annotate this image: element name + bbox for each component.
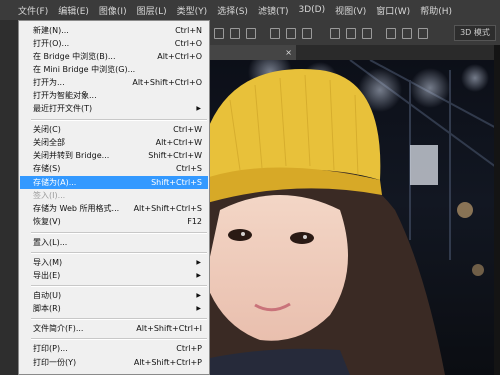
menu-item-print[interactable]: 打印(P)... Ctrl+P [20, 342, 208, 355]
menu-item-save-as[interactable]: 存储为(A)... Shift+Ctrl+S [20, 176, 208, 189]
distribute-icon[interactable] [402, 28, 412, 39]
menu-item-check-in: 签入(I)... [33, 191, 66, 200]
3d-mode-label: 3D 模式 [454, 25, 496, 41]
menu-filter[interactable]: 滤镜(T) [253, 4, 294, 17]
menu-item-file-info[interactable]: 文件简介(F)... Alt+Shift+Ctrl+I [20, 322, 208, 335]
menu-item-open[interactable]: 打开(O)... Ctrl+O [20, 37, 208, 50]
menubar: 文件(F) 编辑(E) 图像(I) 图层(L) 类型(Y) 选择(S) 滤镜(T… [0, 0, 500, 21]
file-menu-dropdown: 新建(N)... Ctrl+N 打开(O)... Ctrl+O 在 Bridge… [18, 20, 210, 375]
menu-item-save-for-web[interactable]: 存储为 Web 所用格式... Alt+Shift+Ctrl+S [20, 202, 208, 215]
menu-item-import[interactable]: 导入(M) ▶ [20, 256, 208, 269]
photo-canvas[interactable] [210, 60, 500, 375]
menu-item-close-go-bridge[interactable]: 关闭并转到 Bridge... Shift+Ctrl+W [20, 149, 208, 162]
menu-item-print-one-copy[interactable]: 打印一份(Y) Alt+Shift+Ctrl+P [20, 356, 208, 369]
menu-file[interactable]: 文件(F) [0, 4, 53, 17]
submenu-arrow-icon: ▶ [196, 305, 201, 312]
tools-panel [0, 20, 19, 375]
menu-item-recent-files[interactable]: 最近打开文件(T) ▶ [20, 102, 208, 115]
menu-window[interactable]: 窗口(W) [371, 4, 415, 17]
distribute-icon[interactable] [330, 28, 340, 39]
distribute-icon[interactable] [346, 28, 356, 39]
menu-item-automate[interactable]: 自动(U) ▶ [20, 289, 208, 302]
align-icon[interactable] [214, 28, 224, 39]
menu-item-scripts[interactable]: 脚本(R) ▶ [20, 302, 208, 315]
menu-layer[interactable]: 图层(L) [132, 4, 172, 17]
menu-item-close[interactable]: 关闭(C) Ctrl+W [20, 123, 208, 136]
menu-select[interactable]: 选择(S) [212, 4, 253, 17]
menu-item-browse-mini-bridge[interactable]: 在 Mini Bridge 中浏览(G)... [20, 63, 208, 76]
menu-item-close-all[interactable]: 关闭全部 Alt+Ctrl+W [20, 136, 208, 149]
menu-separator [31, 285, 207, 287]
menu-item-open-as[interactable]: 打开为... Alt+Shift+Ctrl+O [20, 76, 208, 89]
align-icon[interactable] [246, 28, 256, 39]
menu-separator [31, 252, 207, 254]
menu-item-place[interactable]: 置入(L)... [20, 236, 208, 249]
menu-item-new[interactable]: 新建(N)... Ctrl+N [20, 24, 208, 37]
menu-type[interactable]: 类型(Y) [172, 4, 213, 17]
align-icon[interactable] [302, 28, 312, 39]
menu-view[interactable]: 视图(V) [330, 4, 371, 17]
menu-item-revert[interactable]: 恢复(V) F12 [20, 215, 208, 228]
options-bar: 3D 模式 [210, 20, 500, 46]
submenu-arrow-icon: ▶ [196, 272, 201, 279]
document-tabbar: × [210, 45, 500, 60]
menu-separator [31, 318, 207, 320]
menu-item-browse-bridge[interactable]: 在 Bridge 中浏览(B)... Alt+Ctrl+O [20, 50, 208, 63]
menu-item-export[interactable]: 导出(E) ▶ [20, 269, 208, 282]
align-icon[interactable] [286, 28, 296, 39]
distribute-icon[interactable] [386, 28, 396, 39]
menu-3d[interactable]: 3D(D) [293, 5, 330, 15]
menu-item-open-smart-object[interactable]: 打开为智能对象... [20, 89, 208, 102]
photo-illustration [210, 60, 500, 375]
submenu-arrow-icon: ▶ [196, 292, 201, 299]
distribute-icon[interactable] [418, 28, 428, 39]
distribute-icon[interactable] [362, 28, 372, 39]
align-icon[interactable] [230, 28, 240, 39]
menu-image[interactable]: 图像(I) [94, 4, 132, 17]
window-edge [494, 45, 500, 375]
menu-separator [31, 119, 207, 121]
menu-edit[interactable]: 编辑(E) [53, 4, 94, 17]
submenu-arrow-icon: ▶ [196, 105, 201, 112]
menu-separator [31, 232, 207, 234]
menu-item-save[interactable]: 存储(S) Ctrl+S [20, 162, 208, 175]
menu-separator [31, 338, 207, 340]
close-icon[interactable]: × [285, 45, 292, 60]
document-tab[interactable]: × [210, 45, 296, 60]
align-icon[interactable] [270, 28, 280, 39]
submenu-arrow-icon: ▶ [196, 259, 201, 266]
menu-help[interactable]: 帮助(H) [415, 4, 457, 17]
